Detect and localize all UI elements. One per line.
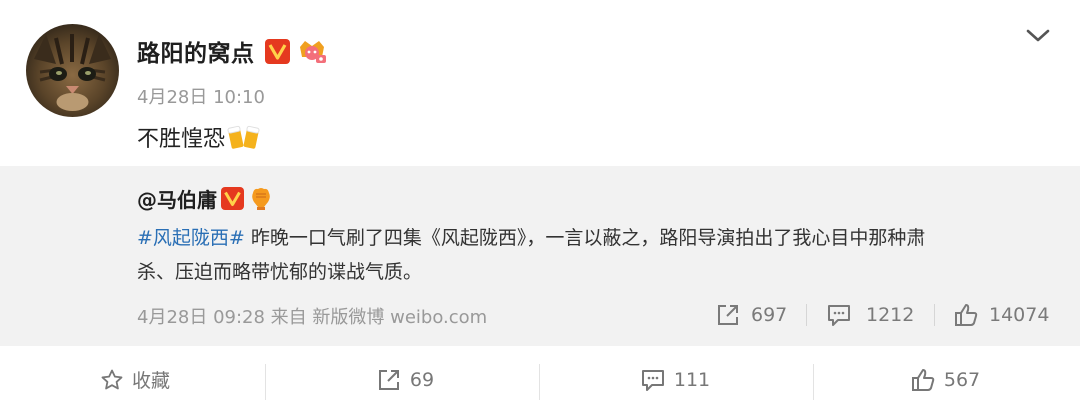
avatar[interactable] <box>26 24 119 117</box>
beer-icon <box>227 122 261 152</box>
repost-stat-comments[interactable]: 1212 <box>826 300 914 330</box>
repost-button[interactable]: 69 <box>270 346 540 413</box>
comment-icon <box>641 369 664 391</box>
divider <box>265 364 266 400</box>
repost-icon <box>718 305 738 325</box>
repost-icon <box>378 369 399 390</box>
repost-author[interactable]: @马伯庸 <box>137 184 217 213</box>
divider <box>806 304 807 326</box>
repost-text-line2: 杀、压迫而略带忧郁的谍战气质。 <box>137 261 423 283</box>
author-row: 路阳的窝点 <box>137 34 328 68</box>
verified-v-icon <box>221 186 244 210</box>
like-button-count: 567 <box>943 368 981 391</box>
repost-stat-likes[interactable]: 14074 <box>953 300 1049 330</box>
repost-card[interactable]: @马伯庸 #风起陇西# 昨晚一口气刷了四集《风起陇西》，一言以蔽之，路阳导演拍出… <box>0 166 1080 346</box>
like-button[interactable]: 567 <box>810 346 1080 413</box>
like-icon <box>955 304 978 326</box>
comment-icon <box>828 305 850 326</box>
like-count: 14074 <box>989 304 1050 326</box>
action-bar: 收藏 69 111 567 <box>0 346 1080 413</box>
divider <box>813 364 814 400</box>
repost-text-line1: 昨晚一口气刷了四集《风起陇西》，一言以蔽之，路阳导演拍出了我心目中那种肃 <box>244 227 926 249</box>
crown-icon[interactable] <box>296 37 328 65</box>
repost-author-row: @马伯庸 <box>137 183 274 213</box>
favorite-button[interactable]: 收藏 <box>0 346 270 413</box>
post-time[interactable]: 4月28日 10:10 <box>137 83 265 109</box>
like-icon <box>911 368 935 391</box>
star-icon <box>101 369 123 389</box>
favorite-label: 收藏 <box>131 370 170 392</box>
post-text: 不胜惶恐 <box>137 120 261 154</box>
weibo-post: 路阳的窝点 4月28日 10:10 不胜惶恐 @马伯庸 #风起陇西# 昨晚一口气… <box>0 0 1080 413</box>
comment-count: 1212 <box>866 304 915 326</box>
divider <box>539 364 540 400</box>
fist-icon <box>248 185 274 211</box>
verified-v-icon <box>264 38 290 64</box>
chevron-down-icon[interactable] <box>1024 24 1052 48</box>
comment-button-count: 111 <box>673 368 711 391</box>
repost-stat-reposts[interactable]: 697 <box>715 300 787 330</box>
repost-count: 697 <box>751 304 788 326</box>
repost-text: #风起陇西# 昨晚一口气刷了四集《风起陇西》，一言以蔽之，路阳导演拍出了我心目中… <box>137 221 1057 289</box>
comment-button[interactable]: 111 <box>540 346 810 413</box>
author-name[interactable]: 路阳的窝点 <box>137 34 255 68</box>
repost-meta[interactable]: 4月28日 09:28 来自 新版微博 weibo.com <box>137 303 487 329</box>
hashtag-link[interactable]: #风起陇西# <box>137 227 245 249</box>
post-body: 不胜惶恐 <box>137 127 226 152</box>
repost-button-count: 69 <box>409 368 435 391</box>
divider <box>934 304 935 326</box>
